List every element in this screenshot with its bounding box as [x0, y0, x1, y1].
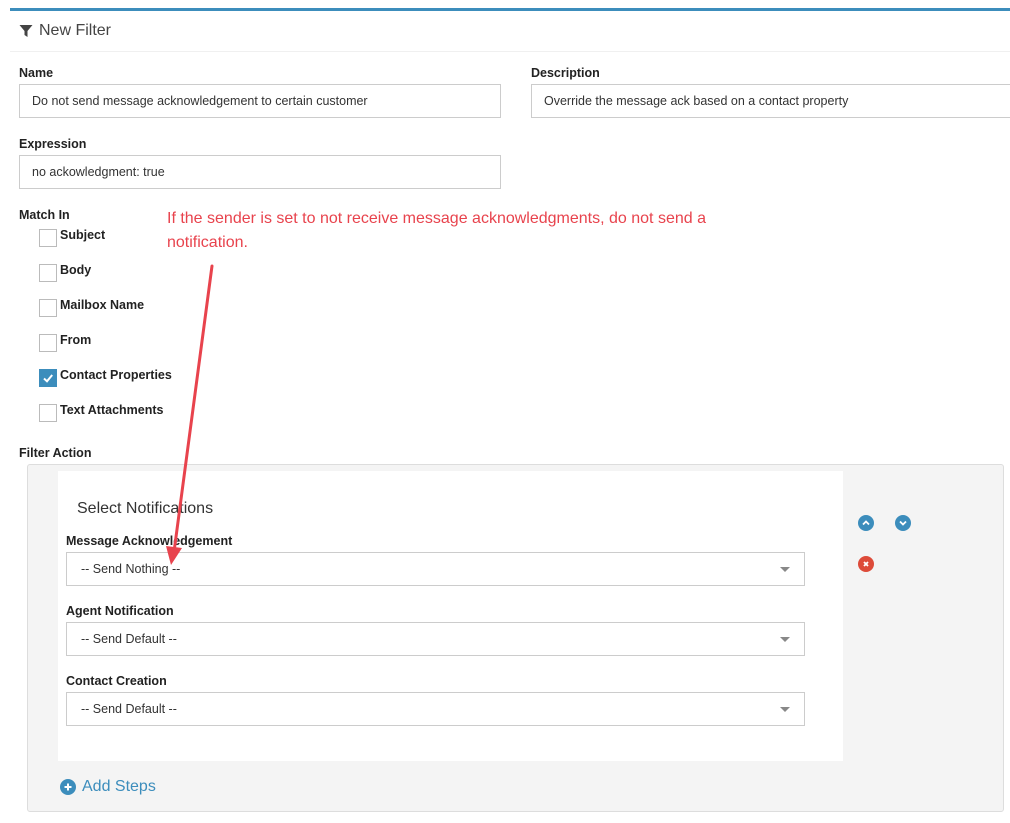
match-mailbox-name[interactable]: Mailbox Name: [39, 296, 145, 317]
agent-notification-selected: -- Send Default --: [81, 632, 177, 646]
annotation-callout: If the sender is set to not receive mess…: [167, 210, 706, 251]
chevron-down-icon: [780, 567, 790, 572]
close-icon: [863, 561, 869, 567]
page-title: New Filter: [39, 22, 112, 39]
expression-input[interactable]: no ackowledgment: true: [19, 155, 501, 189]
select-notifications-title: Select Notifications: [77, 500, 214, 517]
match-in-label: Match In: [19, 208, 70, 222]
contact-creation-label: Contact Creation: [66, 674, 167, 688]
match-from[interactable]: From: [39, 331, 92, 352]
plus-circle-icon: [60, 779, 76, 795]
expression-label: Expression: [19, 137, 87, 151]
from-checkbox[interactable]: [39, 334, 57, 352]
match-body[interactable]: Body: [39, 261, 92, 282]
add-steps-label: Add Steps: [82, 778, 156, 795]
match-subject[interactable]: Subject: [39, 226, 106, 247]
message-ack-selected: -- Send Nothing --: [81, 562, 181, 576]
panel-header: New Filter: [10, 11, 1010, 52]
subject-checkbox-label: Subject: [60, 228, 106, 242]
chevron-up-icon: [862, 520, 870, 526]
chevron-down-icon: [899, 520, 907, 526]
move-up-button[interactable]: [858, 515, 874, 531]
text-attachments-checkbox-label: Text Attachments: [60, 403, 164, 417]
mailbox-name-checkbox-label: Mailbox Name: [60, 298, 145, 312]
agent-notification-select[interactable]: -- Send Default --: [66, 622, 805, 656]
match-text-attachments[interactable]: Text Attachments: [39, 401, 164, 422]
add-steps-link[interactable]: Add Steps: [60, 778, 156, 796]
chevron-down-icon: [780, 707, 790, 712]
name-label: Name: [19, 66, 54, 80]
message-ack-label: Message Acknowledgement: [66, 534, 233, 548]
checkmark-icon: [43, 374, 53, 383]
filter-icon: [19, 25, 33, 37]
message-ack-select[interactable]: -- Send Nothing --: [66, 552, 805, 586]
subject-checkbox[interactable]: [39, 229, 57, 247]
body-checkbox-label: Body: [60, 263, 92, 277]
contact-creation-select[interactable]: -- Send Default --: [66, 692, 805, 726]
name-input[interactable]: Do not send message acknowledgement to c…: [19, 84, 501, 118]
description-input[interactable]: Override the message ack based on a cont…: [531, 84, 1010, 118]
mailbox-name-checkbox[interactable]: [39, 299, 57, 317]
contact-properties-checkbox[interactable]: [39, 369, 57, 387]
contact-creation-selected: -- Send Default --: [81, 702, 177, 716]
remove-step-button[interactable]: [858, 556, 874, 572]
move-down-button[interactable]: [895, 515, 911, 531]
contact-properties-checkbox-label: Contact Properties: [60, 368, 172, 382]
body-checkbox[interactable]: [39, 264, 57, 282]
chevron-down-icon: [780, 637, 790, 642]
description-label: Description: [531, 66, 600, 80]
text-attachments-checkbox[interactable]: [39, 404, 57, 422]
agent-notification-label: Agent Notification: [66, 604, 174, 618]
from-checkbox-label: From: [60, 333, 92, 347]
filter-action-label: Filter Action: [19, 446, 92, 460]
match-contact-properties[interactable]: Contact Properties: [39, 366, 172, 387]
